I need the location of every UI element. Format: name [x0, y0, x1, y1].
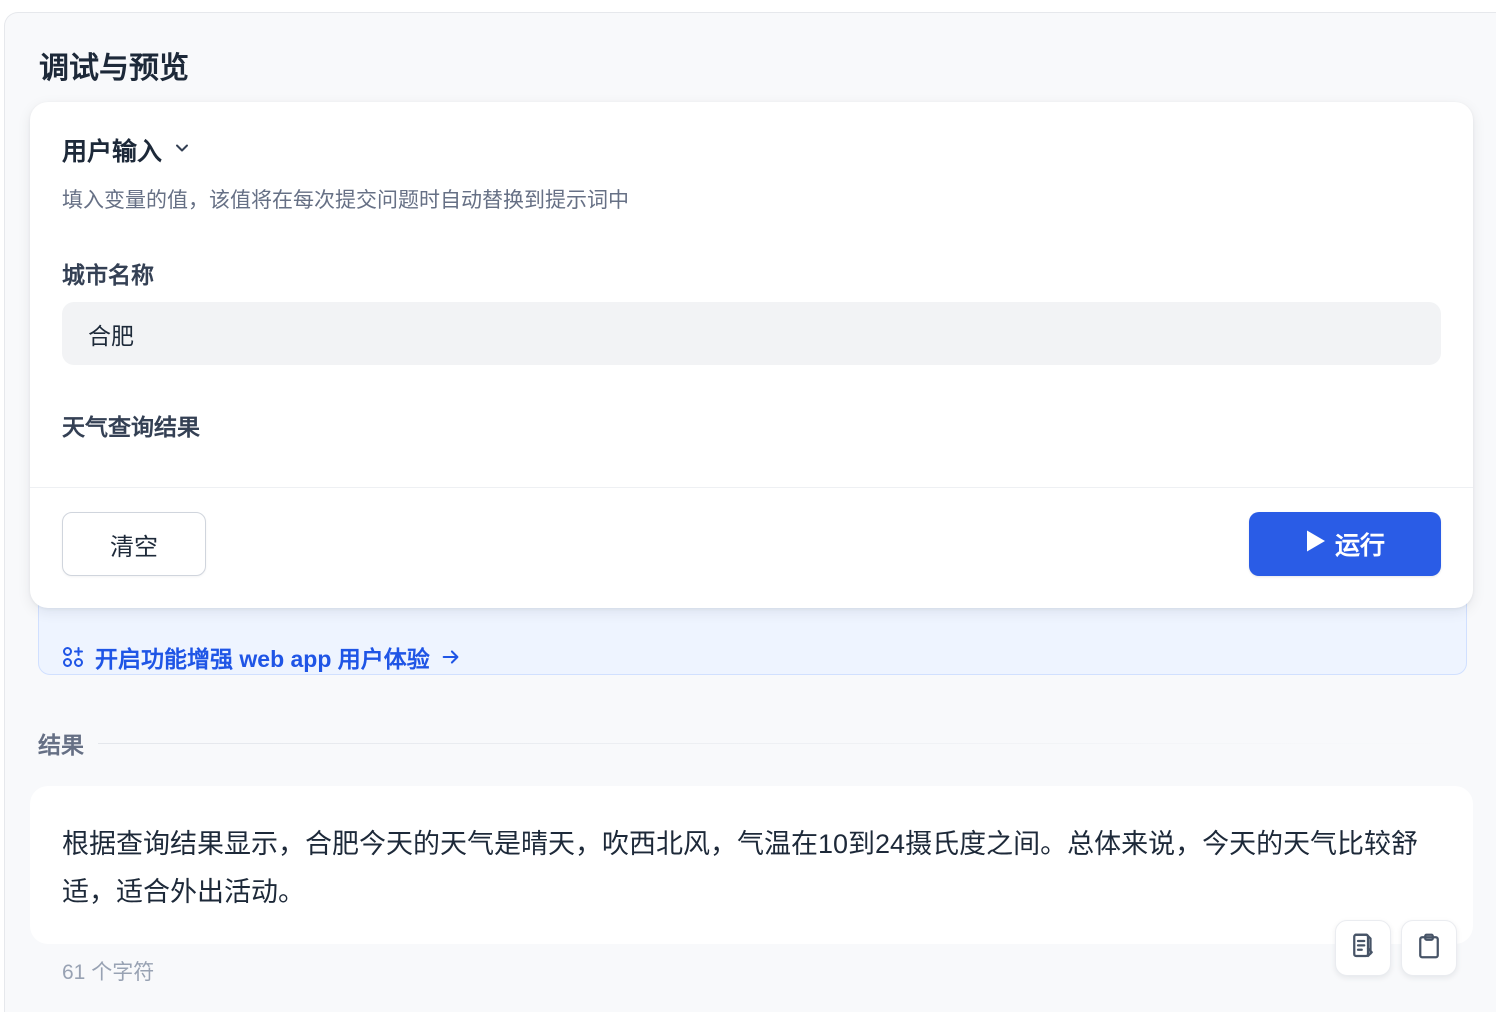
- enhance-webapp-link[interactable]: 开启功能增强 web app 用户体验: [61, 640, 462, 674]
- document-icon: [1348, 931, 1378, 966]
- result-divider: [98, 742, 1468, 744]
- result-header: 结果: [38, 726, 1468, 760]
- clear-button[interactable]: 清空: [62, 512, 206, 576]
- enhance-webapp-link-text: 开启功能增强 web app 用户体验: [95, 646, 430, 672]
- result-title: 结果: [38, 732, 84, 758]
- user-input-card: 用户输入 填入变量的值，该值将在每次提交问题时自动替换到提示词中 城市名称 天气…: [30, 102, 1473, 608]
- play-icon: [1305, 529, 1327, 560]
- card-divider: [30, 487, 1473, 488]
- panel-title: 调试与预览: [39, 52, 189, 85]
- view-log-button[interactable]: [1335, 920, 1391, 976]
- run-button-label: 运行: [1334, 532, 1385, 560]
- weather-result-label: 天气查询结果: [62, 414, 200, 440]
- copy-button[interactable]: [1401, 920, 1457, 976]
- city-name-input[interactable]: [62, 302, 1441, 365]
- city-name-label: 城市名称: [62, 262, 154, 288]
- clipboard-icon: [1414, 931, 1444, 966]
- run-button[interactable]: 运行: [1249, 512, 1441, 576]
- user-input-toggle[interactable]: 用户输入: [62, 132, 192, 168]
- apps-plus-icon: [61, 645, 85, 669]
- user-input-hint: 填入变量的值，该值将在每次提交问题时自动替换到提示词中: [62, 189, 629, 212]
- result-text: 根据查询结果显示，合肥今天的天气是晴天，吹西北风，气温在10到24摄氏度之间。总…: [62, 829, 1419, 907]
- chevron-down-icon: [172, 138, 192, 163]
- user-input-label: 用户输入: [62, 138, 163, 166]
- char-count: 61 个字符: [62, 961, 155, 984]
- arrow-right-icon: [440, 646, 462, 668]
- result-box: 根据查询结果显示，合肥今天的天气是晴天，吹西北风，气温在10到24摄氏度之间。总…: [30, 786, 1473, 944]
